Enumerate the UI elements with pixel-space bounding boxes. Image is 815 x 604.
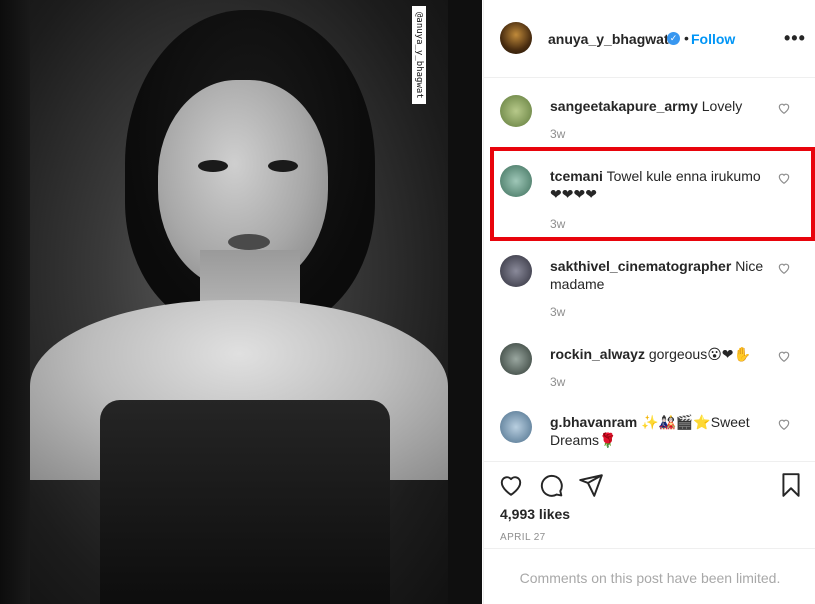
comment-body: g.bhavanram ✨🎎🎬⭐Sweet Dreams🌹 bbox=[550, 413, 770, 449]
photo-right-border bbox=[448, 0, 482, 604]
commenter-avatar[interactable] bbox=[500, 255, 532, 287]
author-username[interactable]: anuya_y_bhagwat bbox=[548, 31, 669, 47]
comments-list[interactable]: sangeetakapure_army Lovely 3w tcemani To… bbox=[484, 79, 815, 461]
likes-count[interactable]: 4,993 likes bbox=[500, 506, 570, 522]
commenter-avatar[interactable] bbox=[500, 411, 532, 443]
photo-left-border bbox=[0, 0, 30, 604]
comment-body: sakthivel_cinematographer Nice madame bbox=[550, 257, 770, 293]
comment-bubble-icon[interactable] bbox=[538, 472, 564, 498]
like-comment-heart-icon[interactable] bbox=[777, 417, 791, 431]
commenter-avatar[interactable] bbox=[500, 343, 532, 375]
separator-dot: • bbox=[684, 30, 689, 46]
comment-username[interactable]: g.bhavanram bbox=[550, 414, 637, 430]
share-send-icon[interactable] bbox=[578, 472, 604, 498]
like-comment-heart-icon[interactable] bbox=[777, 261, 791, 275]
photo-eye-right bbox=[268, 160, 298, 172]
post-photo[interactable] bbox=[30, 0, 448, 604]
highlight-annotation-box bbox=[490, 147, 815, 241]
like-heart-icon[interactable] bbox=[498, 472, 524, 498]
like-comment-heart-icon[interactable] bbox=[777, 349, 791, 363]
verified-badge-icon: ✓ bbox=[667, 32, 680, 45]
more-options-icon[interactable]: ••• bbox=[784, 28, 806, 49]
comment-text: gorgeous😮❤✋ bbox=[648, 346, 751, 362]
save-bookmark-icon[interactable] bbox=[778, 472, 804, 498]
post-sidebar: anuya_y_bhagwat ✓ • Follow ••• sangeetak… bbox=[483, 0, 815, 604]
commenter-avatar[interactable] bbox=[500, 95, 532, 127]
author-avatar[interactable] bbox=[500, 22, 532, 54]
comment-time: 3w bbox=[550, 127, 566, 141]
comment-body: sangeetakapure_army Lovely bbox=[550, 97, 770, 115]
photo-lips bbox=[228, 234, 270, 250]
comment-username[interactable]: rockin_alwayz bbox=[550, 346, 645, 362]
comment-time: 3w bbox=[550, 375, 566, 389]
post-photo-panel: @anuya_y_bhagwat bbox=[0, 0, 482, 604]
like-comment-heart-icon[interactable] bbox=[777, 101, 791, 115]
photo-dress bbox=[100, 400, 390, 604]
comment-username[interactable]: sakthivel_cinematographer bbox=[550, 258, 731, 274]
comment-body: rockin_alwayz gorgeous😮❤✋ bbox=[550, 345, 770, 363]
comment-text: Lovely bbox=[701, 98, 743, 114]
comment-username[interactable]: sangeetakapure_army bbox=[550, 98, 698, 114]
comment-footer: Comments on this post have been limited. bbox=[484, 548, 815, 604]
post-header: anuya_y_bhagwat ✓ • Follow ••• bbox=[484, 0, 815, 78]
post-date: APRIL 27 bbox=[500, 532, 546, 543]
photo-watermark: @anuya_y_bhagwat bbox=[412, 6, 426, 104]
follow-button[interactable]: Follow bbox=[691, 31, 735, 47]
photo-eye-left bbox=[198, 160, 228, 172]
comments-limited-notice: Comments on this post have been limited. bbox=[519, 570, 781, 586]
comment-time: 3w bbox=[550, 305, 566, 319]
